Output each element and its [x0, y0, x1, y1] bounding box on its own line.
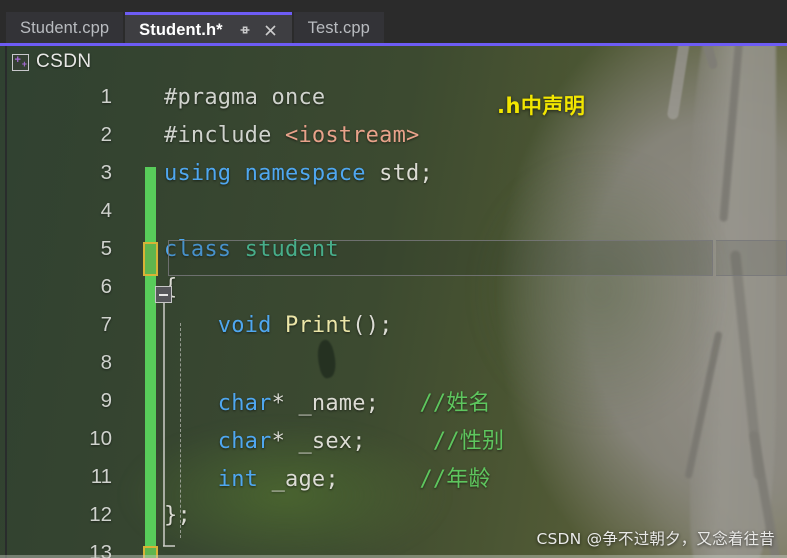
collapse-minus-icon[interactable] [155, 286, 172, 303]
line-number: 11 [90, 465, 112, 488]
line-number: 2 [100, 123, 112, 146]
code-token: * _name; [271, 391, 380, 416]
code-line[interactable]: 9 char* _name; //姓名 [0, 382, 787, 420]
tab-label: Student.h* [139, 20, 223, 39]
code-line[interactable]: 10 char* _sex; //性别 [0, 420, 787, 458]
line-number: 12 [89, 503, 112, 526]
code-line[interactable]: 3 using namespace std; [0, 154, 787, 192]
tab-label: Test.cpp [307, 19, 370, 38]
line-number: 6 [100, 275, 112, 298]
current-line-highlight-overflow [716, 240, 787, 276]
code-text[interactable]: char* _sex; //性别 [118, 423, 787, 455]
csdn-label: CSDN [36, 51, 92, 72]
csdn-watermark-bar: + + CSDN [6, 49, 91, 75]
current-line-highlight [168, 240, 713, 276]
code-text[interactable]: int _age; //年龄 [118, 461, 787, 493]
code-token: #pragma once [164, 84, 326, 110]
code-token: void [164, 312, 286, 338]
code-token: _age; [258, 467, 339, 492]
code-token: //年龄 [338, 467, 491, 492]
line-number: 3 [100, 161, 112, 184]
code-text[interactable]: }; [118, 503, 787, 528]
code-token: #include [164, 122, 286, 148]
bookmark-marker[interactable] [143, 242, 158, 276]
indent-guide [180, 323, 181, 538]
tab-student-h[interactable]: Student.h* [125, 12, 292, 45]
code-text[interactable]: { [118, 275, 787, 300]
code-line[interactable]: 11 int _age; //年龄 [0, 458, 787, 496]
code-line[interactable]: 4 [0, 192, 787, 230]
editor-window: Student.cpp Student.h* Test.cpp + + CSDN… [0, 0, 787, 558]
bottom-watermark: CSDN @争不过朝夕，又念着往昔 [536, 530, 775, 548]
code-token: std; [379, 160, 433, 186]
code-token: <iostream> [285, 122, 420, 148]
line-number: 5 [100, 237, 112, 260]
code-token: //姓名 [379, 391, 491, 416]
code-token: int [164, 467, 259, 492]
code-text[interactable]: #include <iostream> [118, 123, 787, 148]
tab-label: Student.cpp [20, 19, 110, 38]
code-line[interactable]: 1 #pragma once [0, 78, 787, 116]
annotation-label: .h中声明 [497, 94, 586, 118]
code-text[interactable]: void Print(); [118, 313, 787, 338]
line-number: 9 [100, 389, 112, 412]
line-number: 4 [100, 199, 112, 222]
code-token: using namespace [164, 160, 380, 186]
add-square-icon: + + [12, 53, 29, 71]
code-lines: 1 #pragma once 2 #include <iostream> 3 using … [0, 78, 787, 558]
code-token: //性别 [365, 429, 505, 454]
code-token: * _sex; [271, 429, 366, 454]
tab-action-group [237, 23, 278, 38]
line-number: 10 [89, 427, 112, 450]
code-editor[interactable]: 1 #pragma once 2 #include <iostream> 3 using … [0, 46, 787, 558]
code-line[interactable]: 7 void Print(); [0, 306, 787, 344]
code-text[interactable]: using namespace std; [118, 161, 787, 186]
code-line[interactable]: 8 [0, 344, 787, 382]
pin-icon[interactable] [237, 23, 252, 38]
code-fold-line [163, 303, 165, 546]
code-line[interactable]: 2 #include <iostream> [0, 116, 787, 154]
code-text[interactable]: char* _name; //姓名 [118, 385, 787, 417]
code-token: (); [352, 312, 393, 338]
code-token: Print [285, 312, 353, 338]
tab-strip: Student.cpp Student.h* Test.cpp [6, 12, 386, 45]
code-text[interactable]: #pragma once [118, 85, 787, 110]
change-indicator-bar [145, 167, 156, 558]
code-token: }; [164, 502, 191, 528]
close-icon[interactable] [263, 23, 278, 38]
line-number: 1 [100, 85, 112, 108]
tab-test-cpp[interactable]: Test.cpp [293, 12, 384, 45]
line-number: 8 [100, 351, 112, 374]
line-number: 7 [100, 313, 112, 336]
tab-bar: Student.cpp Student.h* Test.cpp [0, 0, 787, 46]
tab-student-cpp[interactable]: Student.cpp [6, 12, 124, 45]
code-fold-end-tick [163, 545, 175, 547]
